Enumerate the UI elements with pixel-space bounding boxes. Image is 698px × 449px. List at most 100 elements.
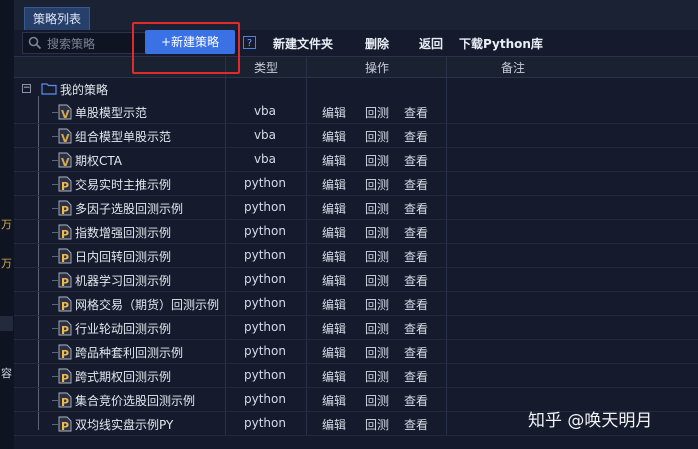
backtest-action[interactable]: 回测 [365, 248, 389, 265]
view-action[interactable]: 查看 [404, 248, 428, 265]
view-action[interactable]: 查看 [404, 176, 428, 193]
svg-text:P: P [61, 276, 69, 288]
column-header-actions[interactable]: 操作 [365, 59, 389, 76]
strategy-name[interactable]: 单股模型示范 [75, 104, 147, 121]
table-row[interactable]: V 单股模型示范 vba 编辑 回测 查看 [14, 100, 698, 124]
column-header-type[interactable]: 类型 [254, 59, 278, 76]
strategy-type: python [244, 320, 286, 334]
view-action[interactable]: 查看 [404, 344, 428, 361]
strategy-name[interactable]: 多因子选股回测示例 [75, 200, 183, 217]
table-row[interactable]: V 期权CTA vba 编辑 回测 查看 [14, 148, 698, 172]
backtest-action[interactable]: 回测 [365, 344, 389, 361]
table-row[interactable]: P 多因子选股回测示例 python 编辑 回测 查看 [14, 196, 698, 220]
svg-text:V: V [61, 108, 70, 120]
backtest-action[interactable]: 回测 [365, 320, 389, 337]
strategy-name[interactable]: 双均线实盘示例PY [75, 416, 173, 433]
help-icon[interactable]: ? [243, 36, 256, 49]
collapse-icon[interactable]: − [22, 84, 31, 93]
strategy-name[interactable]: 交易实时主推示例 [75, 176, 171, 193]
svg-text:P: P [61, 180, 69, 192]
view-action[interactable]: 查看 [404, 272, 428, 289]
backtest-action[interactable]: 回测 [365, 200, 389, 217]
edit-action[interactable]: 编辑 [322, 200, 346, 217]
table-row[interactable]: P 交易实时主推示例 python 编辑 回测 查看 [14, 172, 698, 196]
svg-text:P: P [61, 372, 69, 384]
edit-action[interactable]: 编辑 [322, 368, 346, 385]
edit-action[interactable]: 编辑 [322, 152, 346, 169]
backtest-action[interactable]: 回测 [365, 104, 389, 121]
view-action[interactable]: 查看 [404, 200, 428, 217]
table-row[interactable]: P 机器学习回测示例 python 编辑 回测 查看 [14, 268, 698, 292]
svg-text:V: V [61, 132, 70, 144]
edit-action[interactable]: 编辑 [322, 248, 346, 265]
view-action[interactable]: 查看 [404, 224, 428, 241]
strategy-name[interactable]: 网格交易（期货）回测示例 [75, 296, 219, 313]
strategy-name[interactable]: 跨式期权回测示例 [75, 368, 171, 385]
backtest-action[interactable]: 回测 [365, 392, 389, 409]
python-file-icon: P [58, 200, 72, 216]
edit-action[interactable]: 编辑 [322, 176, 346, 193]
python-file-icon: P [58, 272, 72, 288]
new-folder-button[interactable]: 新建文件夹 [273, 35, 333, 52]
strategy-type: python [244, 416, 286, 430]
delete-button[interactable]: 删除 [365, 35, 389, 52]
table-row[interactable]: P 指数增强回测示例 python 编辑 回测 查看 [14, 220, 698, 244]
strategy-name[interactable]: 组合模型单股示范 [75, 128, 171, 145]
view-action[interactable]: 查看 [404, 104, 428, 121]
table-row[interactable]: P 行业轮动回测示例 python 编辑 回测 查看 [14, 316, 698, 340]
backtest-action[interactable]: 回测 [365, 416, 389, 433]
strategy-name[interactable]: 行业轮动回测示例 [75, 320, 171, 337]
strategy-name[interactable]: 集合竞价选股回测示例 [75, 392, 195, 409]
strategy-type: vba [253, 152, 277, 166]
backtest-action[interactable]: 回测 [365, 152, 389, 169]
backtest-action[interactable]: 回测 [365, 368, 389, 385]
table-row[interactable]: P 网格交易（期货）回测示例 python 编辑 回测 查看 [14, 292, 698, 316]
edit-action[interactable]: 编辑 [322, 272, 346, 289]
table-row[interactable]: P 跨品种套利回测示例 python 编辑 回测 查看 [14, 340, 698, 364]
strategy-name[interactable]: 期权CTA [75, 152, 122, 169]
edit-action[interactable]: 编辑 [322, 128, 346, 145]
view-action[interactable]: 查看 [404, 416, 428, 433]
backtest-action[interactable]: 回测 [365, 224, 389, 241]
tree-root-row[interactable]: − 我的策略 [14, 78, 698, 100]
strategy-name[interactable]: 跨品种套利回测示例 [75, 344, 183, 361]
view-action[interactable]: 查看 [404, 392, 428, 409]
python-file-icon: P [58, 392, 72, 408]
tree-root-label: 我的策略 [60, 83, 109, 97]
edit-action[interactable]: 编辑 [322, 224, 346, 241]
strategy-name[interactable]: 日内回转回测示例 [75, 248, 171, 265]
tab-strategy-list[interactable]: 策略列表 [24, 7, 91, 30]
view-action[interactable]: 查看 [404, 296, 428, 313]
backtest-action[interactable]: 回测 [365, 176, 389, 193]
strategy-type: python [244, 272, 286, 286]
table-row[interactable]: P 跨式期权回测示例 python 编辑 回测 查看 [14, 364, 698, 388]
view-action[interactable]: 查看 [404, 320, 428, 337]
edit-action[interactable]: 编辑 [322, 104, 346, 121]
vba-file-icon: V [58, 152, 72, 168]
search-icon [28, 36, 42, 50]
column-header-notes[interactable]: 备注 [501, 59, 525, 76]
back-button[interactable]: 返回 [419, 35, 443, 52]
strategy-name[interactable]: 机器学习回测示例 [75, 272, 171, 289]
python-file-icon: P [58, 176, 72, 192]
view-action[interactable]: 查看 [404, 368, 428, 385]
python-file-icon: P [58, 296, 72, 312]
edit-action[interactable]: 编辑 [322, 416, 346, 433]
backtest-action[interactable]: 回测 [365, 128, 389, 145]
view-action[interactable]: 查看 [404, 128, 428, 145]
strategy-type: vba [253, 128, 277, 142]
edit-action[interactable]: 编辑 [322, 296, 346, 313]
strategy-name[interactable]: 指数增强回测示例 [75, 224, 171, 241]
view-action[interactable]: 查看 [404, 152, 428, 169]
svg-text:V: V [61, 156, 70, 168]
edit-action[interactable]: 编辑 [322, 344, 346, 361]
backtest-action[interactable]: 回测 [365, 272, 389, 289]
edit-action[interactable]: 编辑 [322, 320, 346, 337]
vba-file-icon: V [58, 128, 72, 144]
table-row[interactable]: V 组合模型单股示范 vba 编辑 回测 查看 [14, 124, 698, 148]
table-row[interactable]: P 日内回转回测示例 python 编辑 回测 查看 [14, 244, 698, 268]
backtest-action[interactable]: 回测 [365, 296, 389, 313]
download-python-lib-button[interactable]: 下载Python库 [459, 35, 543, 52]
left-edge-fragment: 容 [1, 367, 12, 380]
edit-action[interactable]: 编辑 [322, 392, 346, 409]
